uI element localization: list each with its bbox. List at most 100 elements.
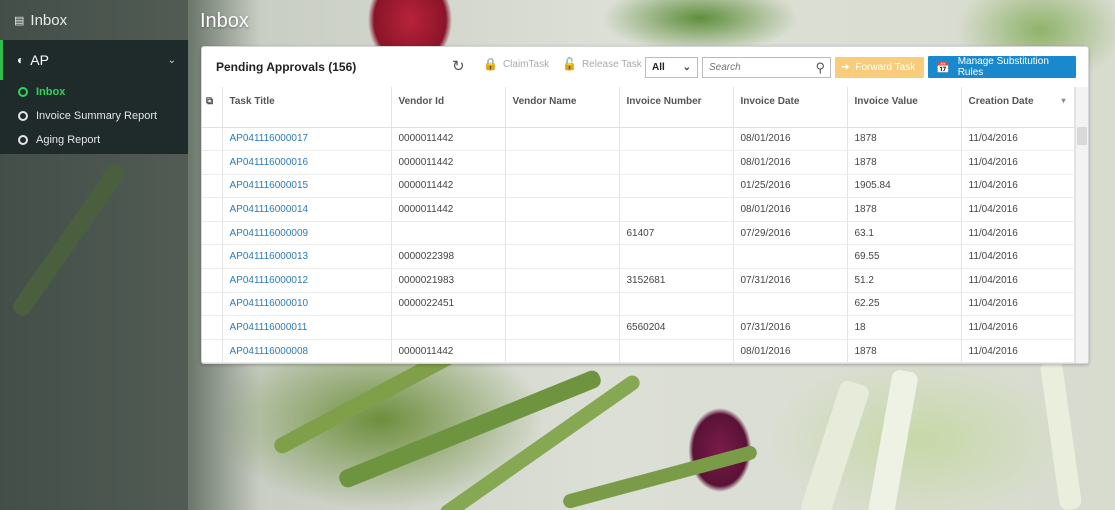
cell-vendor-name <box>505 244 620 270</box>
filter-select[interactable]: All ⌄ <box>645 57 698 78</box>
table-row[interactable]: AP041116000008 0000011442 08/01/2016 1878 11… <box>202 339 1075 363</box>
cell-vendor-id: 0000022451 <box>391 292 506 317</box>
cell-invoice-date <box>733 292 848 317</box>
cell-invoice-number <box>619 150 734 175</box>
panel-title: Pending Approvals (156) <box>216 60 357 74</box>
cell-task-title[interactable]: AP041116000016 <box>222 150 392 175</box>
cell-task-title[interactable]: AP041116000015 <box>222 174 392 199</box>
column-header-label: Creation Date <box>968 96 1034 107</box>
table-row[interactable]: AP041116000014 0000011442 08/01/2016 1878 11… <box>202 197 1075 222</box>
cell-invoice-date: 08/01/2016 <box>733 197 848 222</box>
vertical-scrollbar[interactable] <box>1075 87 1088 363</box>
cell-task-title[interactable]: AP041116000013 <box>222 244 392 270</box>
sidebar-inbox-header[interactable]: ▤ Inbox <box>0 0 188 40</box>
table-row[interactable]: AP041116000016 0000011442 08/01/2016 1878 11… <box>202 150 1075 175</box>
cell-task-title[interactable]: AP041116000017 <box>222 127 392 152</box>
column-header-vendor-name[interactable]: Vendor Name <box>505 87 620 128</box>
cell-creation-date: 11/04/2016 <box>961 127 1075 152</box>
forward-task-button[interactable]: ➔ Forward Task <box>835 57 924 78</box>
row-selector-cell[interactable] <box>202 339 223 363</box>
scrollbar-thumb[interactable] <box>1077 127 1087 145</box>
dashboard-icon: ◐ <box>17 53 25 67</box>
table-row[interactable]: AP041116000013 0000022398 69.55 11/04/2016 <box>202 244 1075 270</box>
cell-creation-date: 11/04/2016 <box>961 315 1075 340</box>
row-selector-cell[interactable] <box>202 221 223 246</box>
cell-task-title[interactable]: AP041116000011 <box>222 315 392 340</box>
column-header-invoice-number[interactable]: Invoice Number <box>619 87 734 128</box>
claim-task-label: ClaimTask <box>502 58 550 70</box>
column-header-task-title[interactable]: Task Title <box>222 87 392 128</box>
column-chooser-header[interactable]: ⧉ <box>202 87 223 128</box>
row-selector-cell[interactable] <box>202 174 223 199</box>
cell-invoice-number: 61407 <box>619 221 734 246</box>
release-task-button[interactable]: 🔓 Release Task <box>562 57 642 71</box>
refresh-button[interactable]: ↻ <box>452 57 465 75</box>
cell-task-title[interactable]: AP041116000009 <box>222 221 392 246</box>
lock-icon: 🔒 <box>483 57 498 71</box>
row-selector-cell[interactable] <box>202 244 223 270</box>
cell-task-title[interactable]: AP041116000010 <box>222 292 392 317</box>
manage-substitution-rules-button[interactable]: 📅 Manage Substitution Rules <box>928 56 1076 78</box>
cell-creation-date: 11/04/2016 <box>961 150 1075 175</box>
cell-vendor-id: 0000011442 <box>391 150 506 175</box>
row-selector-cell[interactable] <box>202 292 223 317</box>
sidebar: ▤ Inbox ◐ AP ⌄ Inbox Invoice Summary Rep… <box>0 0 188 510</box>
column-header-invoice-date[interactable]: Invoice Date <box>733 87 848 128</box>
cell-invoice-value: 62.25 <box>847 292 962 317</box>
table-header-row: ⧉ Task Title Vendor Id Vendor Name Invoi… <box>202 87 1075 128</box>
sidebar-item-invoice-summary-report[interactable]: Invoice Summary Report <box>0 104 188 128</box>
chevron-down-icon[interactable]: ⌄ <box>168 55 176 66</box>
calendar-icon: 📅 <box>936 61 950 74</box>
table-row[interactable]: AP041116000011 6560204 07/31/2016 18 11/04/2… <box>202 315 1075 340</box>
cell-invoice-number <box>619 174 734 199</box>
filter-select-value: All <box>652 62 665 73</box>
cell-task-title[interactable]: AP041116000014 <box>222 197 392 222</box>
row-selector-cell[interactable] <box>202 268 223 293</box>
table-row[interactable]: AP041116000017 0000011442 08/01/2016 1878 11… <box>202 127 1075 152</box>
panel-toolbar: Pending Approvals (156) ↻ 🔒 ClaimTask 🔓 … <box>202 47 1088 87</box>
sidebar-item-inbox[interactable]: Inbox <box>0 80 188 104</box>
row-selector-cell[interactable] <box>202 127 223 152</box>
table-row[interactable]: AP041116000015 0000011442 01/25/2016 1905.8… <box>202 174 1075 199</box>
cell-task-title[interactable]: AP041116000012 <box>222 268 392 293</box>
release-task-label: Release Task <box>581 58 642 70</box>
cell-invoice-date: 07/31/2016 <box>733 268 848 293</box>
cell-invoice-date: 07/29/2016 <box>733 221 848 246</box>
cell-invoice-date: 08/01/2016 <box>733 150 848 175</box>
cell-vendor-id: 0000022398 <box>391 244 506 270</box>
pending-approvals-panel: Pending Approvals (156) ↻ 🔒 ClaimTask 🔓 … <box>201 46 1089 364</box>
copy-columns-icon: ⧉ <box>206 96 214 107</box>
search-icon[interactable]: ⚲ <box>815 60 825 76</box>
cell-creation-date: 11/04/2016 <box>961 174 1075 199</box>
approvals-table: ⧉ Task Title Vendor Id Vendor Name Invoi… <box>202 87 1075 363</box>
cell-vendor-name <box>505 315 620 340</box>
column-header-invoice-value[interactable]: Invoice Value <box>847 87 962 128</box>
row-selector-cell[interactable] <box>202 315 223 340</box>
claim-task-button[interactable]: 🔒 ClaimTask <box>483 57 549 71</box>
cell-vendor-name <box>505 150 620 175</box>
cell-invoice-date: 08/01/2016 <box>733 339 848 363</box>
row-selector-cell[interactable] <box>202 150 223 175</box>
column-header-creation-date[interactable]: Creation Date ▾ <box>961 87 1075 128</box>
search-box: ⚲ <box>702 57 831 78</box>
cell-vendor-id <box>391 221 506 246</box>
cell-creation-date: 11/04/2016 <box>961 339 1075 363</box>
cell-vendor-name <box>505 221 620 246</box>
cell-vendor-id: 0000011442 <box>391 197 506 222</box>
sidebar-item-label: Inbox <box>36 86 66 98</box>
cell-invoice-value: 63.1 <box>847 221 962 246</box>
search-input[interactable] <box>709 62 809 73</box>
table-row[interactable]: AP041116000012 0000021983 3152681 07/31/201… <box>202 268 1075 293</box>
cell-task-title[interactable]: AP041116000008 <box>222 339 392 363</box>
sidebar-group-ap[interactable]: ◐ AP ⌄ <box>0 40 188 80</box>
cell-vendor-name <box>505 174 620 199</box>
table-row[interactable]: AP041116000009 61407 07/29/2016 63.1 11/04/2… <box>202 221 1075 246</box>
sort-descending-icon[interactable]: ▾ <box>1061 96 1065 105</box>
cell-invoice-number: 6560204 <box>619 315 734 340</box>
sidebar-item-aging-report[interactable]: Aging Report <box>0 128 188 152</box>
row-selector-cell[interactable] <box>202 197 223 222</box>
column-header-vendor-id[interactable]: Vendor Id <box>391 87 506 128</box>
sidebar-item-label: Invoice Summary Report <box>36 110 158 122</box>
circle-icon <box>18 111 28 121</box>
table-row[interactable]: AP041116000010 0000022451 62.25 11/04/2016 <box>202 292 1075 317</box>
